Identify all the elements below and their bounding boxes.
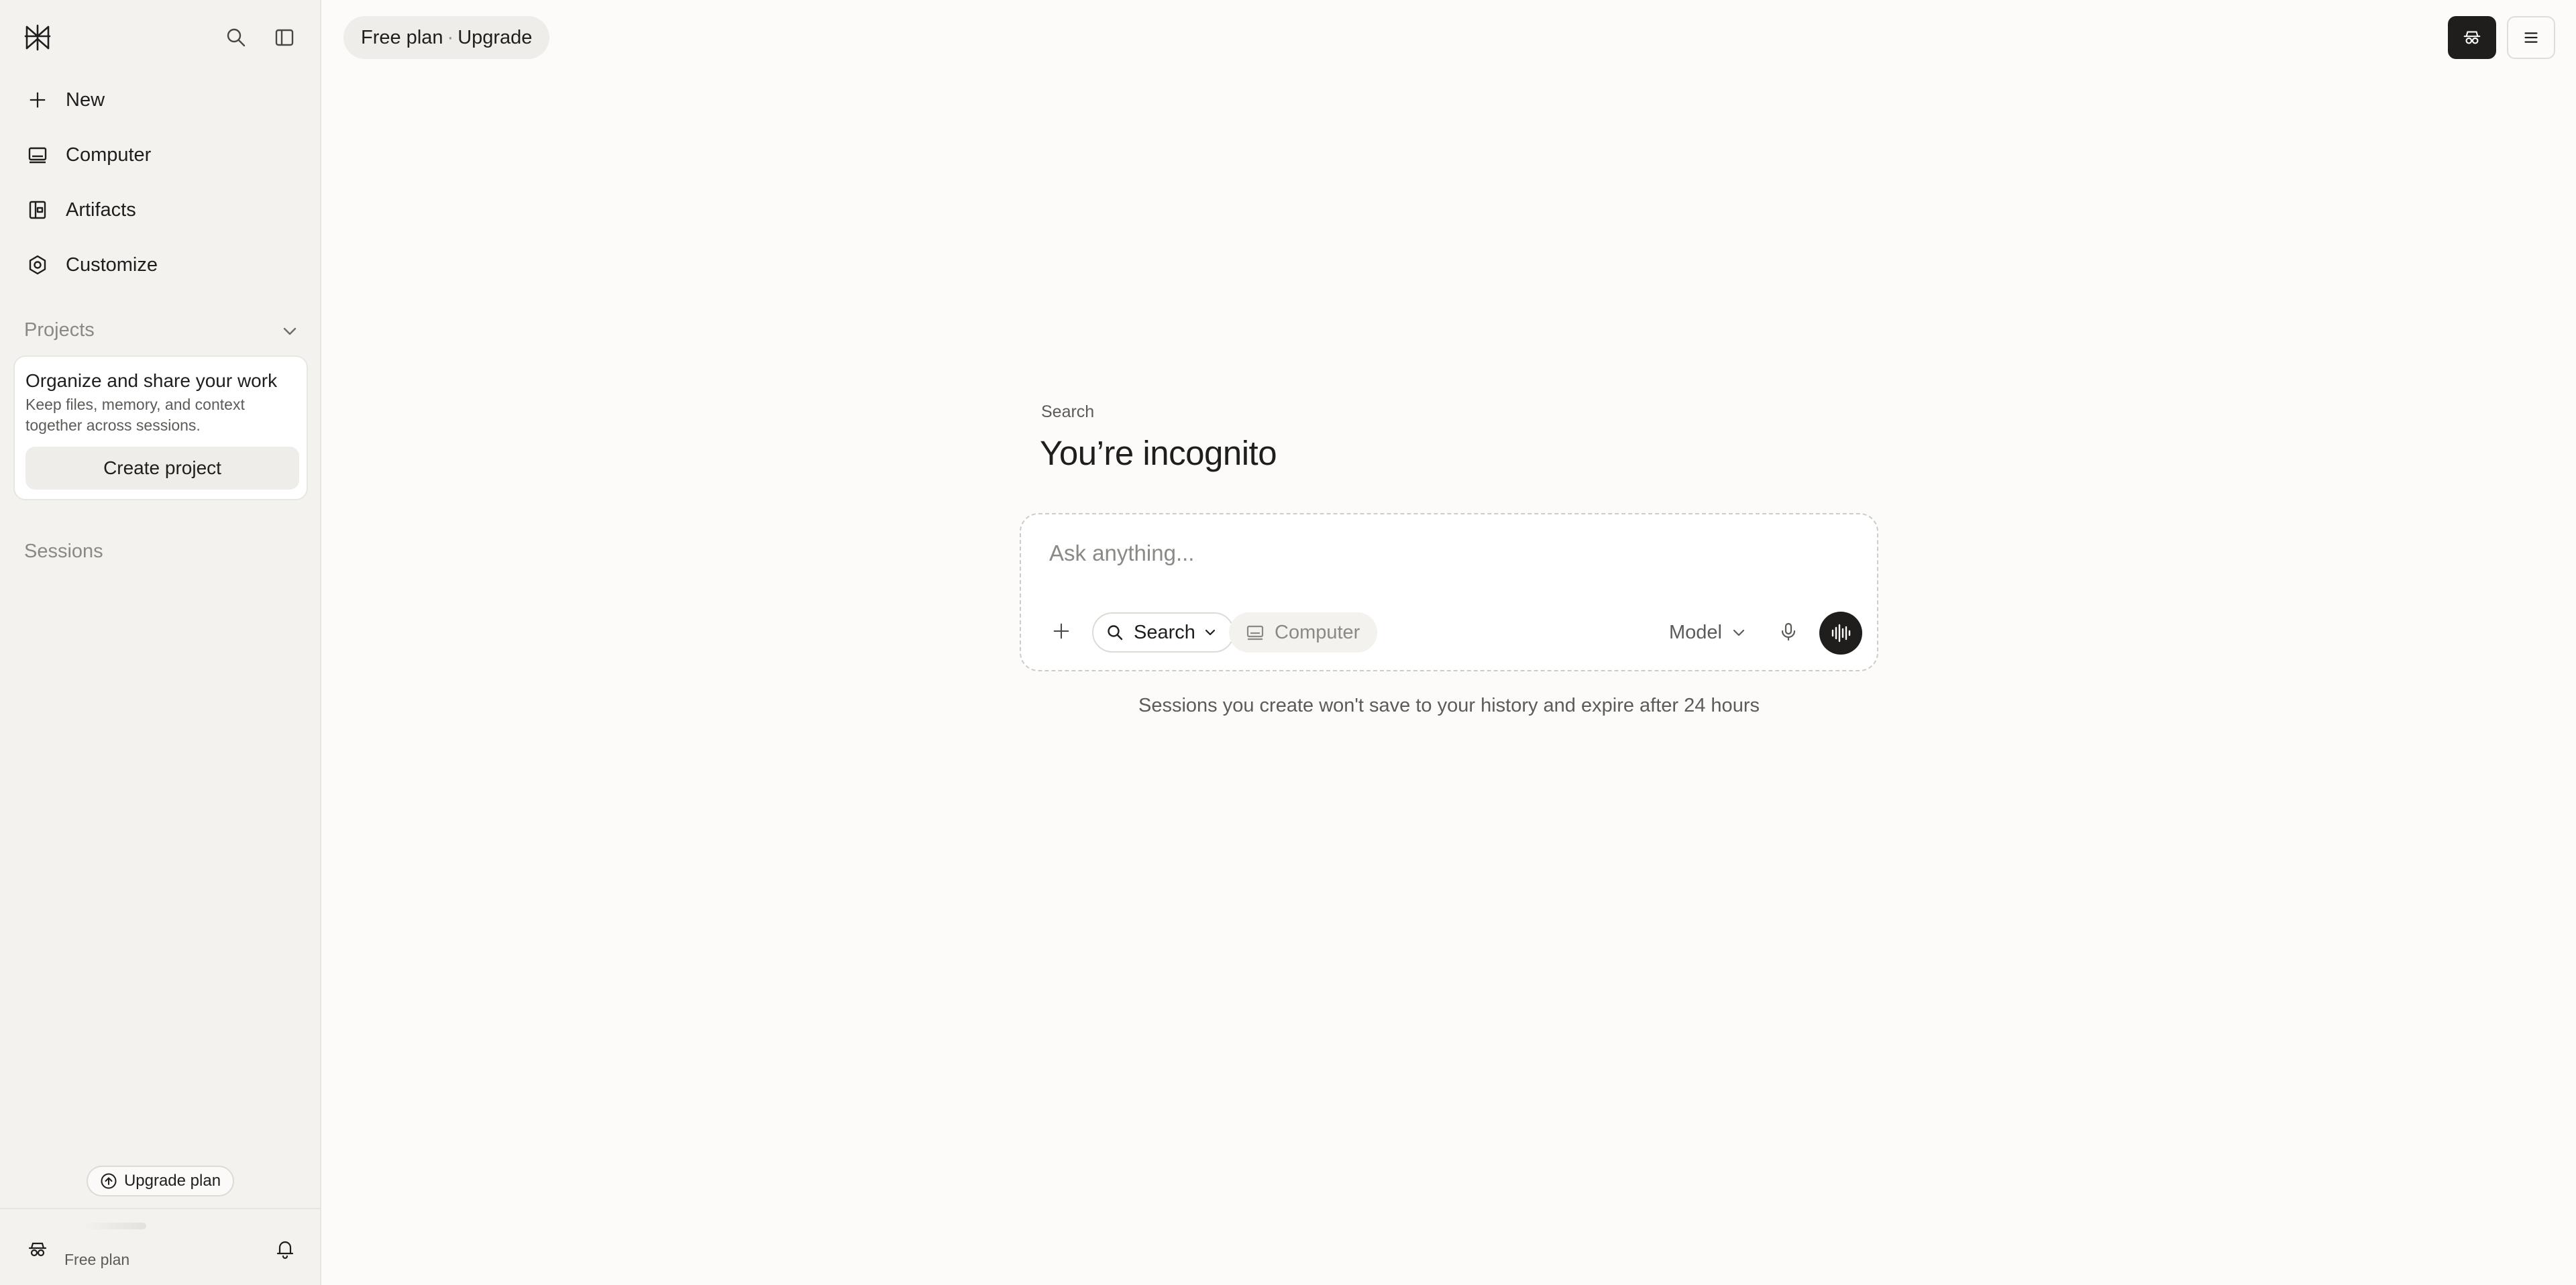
sidebar-footer: Free plan: [0, 1208, 320, 1285]
model-selector-label: Model: [1669, 621, 1722, 643]
search-mode-button[interactable]: Search: [1092, 612, 1234, 653]
incognito-avatar-icon[interactable]: [27, 1239, 48, 1260]
search-icon: [1106, 623, 1124, 642]
sidebar-item-label: Artifacts: [66, 199, 136, 221]
upgrade-plan-button[interactable]: Upgrade plan: [87, 1166, 234, 1196]
search-icon[interactable]: [221, 23, 251, 52]
sidebar-item-customize[interactable]: Customize: [13, 240, 307, 290]
app-logo-icon[interactable]: [23, 23, 52, 52]
create-project-button[interactable]: Create project: [25, 447, 299, 490]
project-card-title: Organize and share your work: [25, 370, 278, 391]
plan-separator: ·: [447, 26, 454, 48]
hamburger-menu-icon: [2521, 27, 2541, 48]
computer-icon: [1245, 622, 1265, 642]
sidebar-nav: New Computer Artifacts Customize: [13, 75, 307, 295]
incognito-toggle-button[interactable]: [2448, 16, 2496, 59]
incognito-icon: [2462, 27, 2482, 48]
sidebar-item-computer[interactable]: Computer: [13, 130, 307, 180]
incognito-notice: Sessions you create won't save to your h…: [1138, 695, 1760, 716]
account-plan-label: Free plan: [64, 1251, 130, 1268]
bell-icon[interactable]: [274, 1237, 297, 1260]
upgrade-plan-label: Upgrade plan: [123, 1172, 221, 1190]
artifacts-icon: [25, 198, 50, 222]
sidebar-item-label: Customize: [66, 254, 158, 276]
projects-section-label[interactable]: Projects: [24, 319, 95, 341]
menu-button[interactable]: [2507, 16, 2555, 59]
waveform-icon: [1829, 622, 1852, 645]
project-card-description: Keep files, memory, and context together…: [25, 396, 245, 434]
computer-icon: [25, 143, 50, 167]
search-mode-label: Search: [1134, 621, 1195, 643]
customize-icon: [25, 253, 50, 277]
computer-mode-label: Computer: [1275, 621, 1360, 643]
project-promo-card: Organize and share your work Keep files,…: [13, 355, 308, 500]
sidebar: New Computer Artifacts Customize Project…: [0, 0, 321, 1285]
prompt-input[interactable]: [1048, 533, 1839, 573]
computer-mode-button[interactable]: Computer: [1229, 612, 1378, 653]
sessions-section-label: Sessions: [24, 541, 103, 562]
chevron-down-icon: [1202, 624, 1218, 640]
upgrade-link[interactable]: Upgrade: [458, 27, 532, 49]
plus-icon: [25, 88, 50, 112]
chevron-down-icon: [1730, 624, 1748, 641]
mode-label: Search: [1041, 402, 1095, 421]
model-selector[interactable]: Model: [1669, 616, 1748, 649]
sidebar-item-artifacts[interactable]: Artifacts: [13, 185, 307, 235]
prompt-composer: Search Computer Model: [1020, 513, 1878, 671]
upgrade-arrow-icon: [100, 1172, 117, 1190]
voice-mode-button[interactable]: [1819, 612, 1862, 655]
sidebar-item-label: Computer: [66, 144, 152, 166]
sidebar-item-label: New: [66, 89, 105, 111]
plan-name: Free plan: [361, 26, 443, 48]
sidebar-header: [0, 0, 320, 74]
plan-upgrade-pill[interactable]: Free plan · Upgrade: [343, 16, 550, 59]
chevron-down-icon[interactable]: [279, 321, 301, 342]
sidebar-toggle-icon[interactable]: [270, 23, 299, 52]
attach-plus-icon[interactable]: [1046, 616, 1076, 646]
user-name-placeholder: [82, 1223, 146, 1229]
microphone-icon[interactable]: [1775, 618, 1802, 645]
sidebar-item-new[interactable]: New: [13, 75, 307, 125]
page-title: You’re incognito: [1040, 434, 1277, 472]
